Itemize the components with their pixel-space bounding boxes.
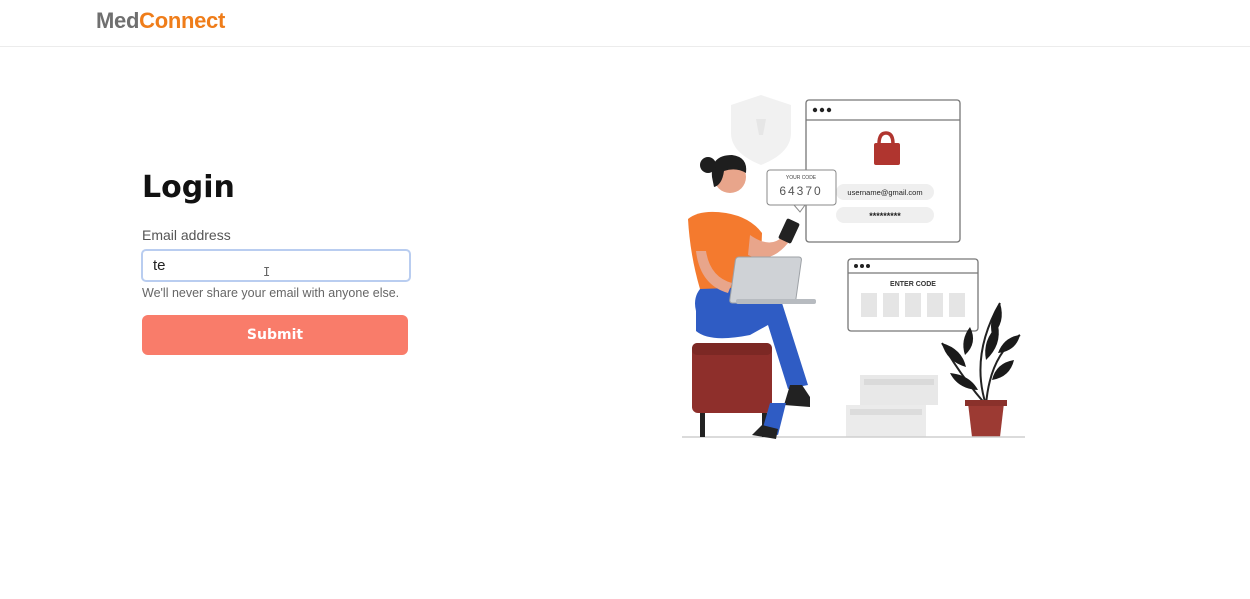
enter-code-window-icon: ENTER CODE — [847, 258, 979, 332]
illustration-password: ********* — [869, 211, 901, 221]
email-help-text: We'll never share your email with anyone… — [142, 286, 400, 300]
illustration-username: username@gmail.com — [847, 188, 922, 197]
logo-connect: Connect — [139, 8, 226, 33]
submit-button[interactable]: Submit — [142, 315, 408, 355]
code-value: 64370 — [779, 184, 822, 198]
email-label: Email address — [142, 227, 231, 243]
email-field[interactable] — [141, 249, 411, 282]
brand-logo[interactable]: MedConnect — [96, 8, 225, 34]
page-title: Login — [142, 170, 235, 205]
logo-med: Med — [96, 8, 140, 33]
storage-boxes-icon — [846, 375, 938, 437]
text-cursor-icon: I — [263, 265, 271, 279]
enter-code-label: ENTER CODE — [890, 281, 936, 288]
login-illustration: username@gmail.com ********* YOUR CODE 6… — [670, 85, 1040, 450]
code-caption: YOUR CODE — [786, 175, 817, 181]
top-navbar: MedConnect — [0, 0, 1250, 47]
